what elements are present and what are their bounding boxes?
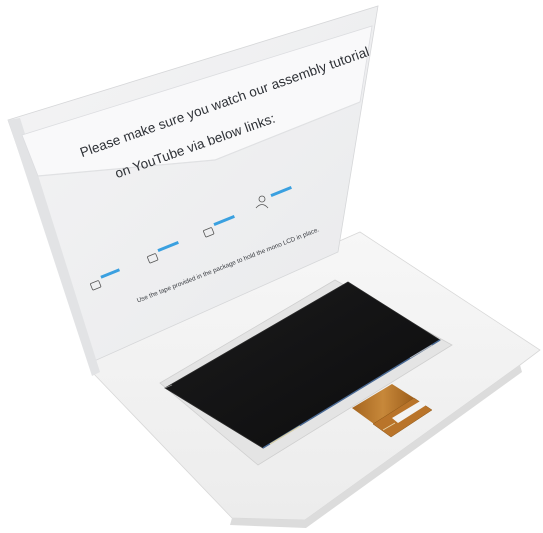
photo-illustration — [7, 5, 541, 528]
product-photo: Please make sure you watch our assembly … — [0, 0, 543, 533]
